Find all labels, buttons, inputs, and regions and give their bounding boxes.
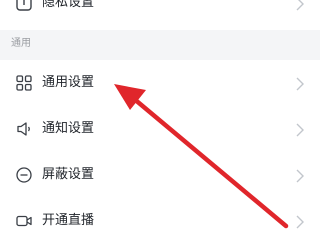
section-title: 通用 xyxy=(11,38,31,49)
settings-row-notify-label: 通知设置 xyxy=(42,121,95,136)
settings-row-block-label: 屏蔽设置 xyxy=(42,167,95,182)
settings-row-general[interactable]: 通用设置 xyxy=(0,60,320,106)
minus-circle-icon xyxy=(15,166,33,184)
chevron-right-icon xyxy=(296,0,304,11)
grid-icon xyxy=(15,74,33,92)
settings-screen: 隐私设置 通用 通用设置 通知设置 屏蔽设置 开通直播 xyxy=(0,0,320,240)
settings-row-general-label: 通用设置 xyxy=(42,75,95,90)
settings-row-live-label: 开通直播 xyxy=(42,213,95,228)
settings-row-notify[interactable]: 通知设置 xyxy=(0,106,320,152)
section-header-general: 通用 xyxy=(0,30,320,60)
chevron-right-icon xyxy=(296,168,304,183)
chevron-right-icon xyxy=(296,214,304,229)
lock-info-icon xyxy=(15,0,33,12)
chevron-right-icon xyxy=(296,122,304,137)
settings-row-privacy-label: 隐私设置 xyxy=(42,0,95,10)
settings-row-block[interactable]: 屏蔽设置 xyxy=(0,152,320,198)
settings-row-privacy[interactable]: 隐私设置 xyxy=(0,0,320,30)
settings-row-live[interactable]: 开通直播 xyxy=(0,198,320,240)
chevron-right-icon xyxy=(296,76,304,91)
speaker-icon xyxy=(15,120,33,138)
video-camera-icon xyxy=(15,212,33,230)
